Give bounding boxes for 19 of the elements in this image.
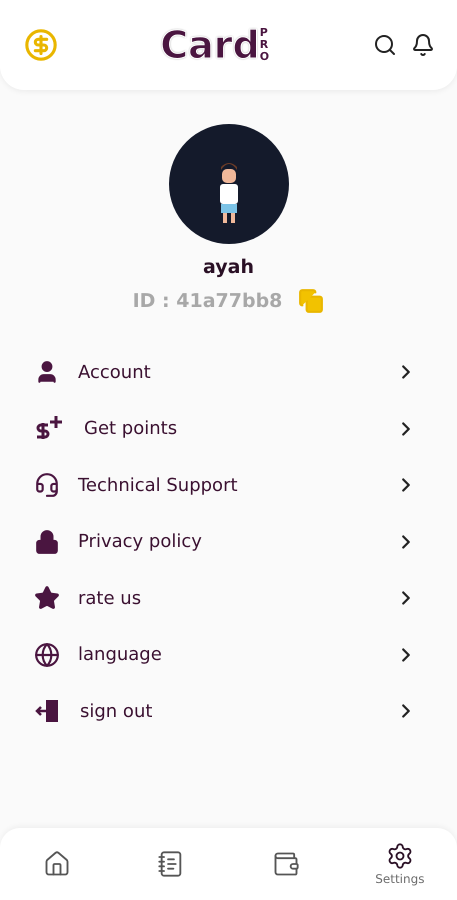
menu-item[interactable]: rate us (34, 570, 417, 626)
home-icon (43, 850, 72, 878)
menu-item[interactable]: language (34, 626, 417, 683)
notification-bell-icon[interactable] (410, 33, 435, 57)
search-icon[interactable] (372, 33, 397, 57)
headset-icon (34, 472, 60, 498)
menu-item[interactable]: Privacy policy (34, 514, 417, 570)
star-icon (34, 585, 60, 612)
menu-item[interactable]: sign out (34, 683, 417, 740)
user-id: ID : 41a77bb8 (132, 290, 282, 312)
nav-tab[interactable]: Settings (371, 838, 428, 890)
menu-item[interactable]: Account (34, 344, 417, 400)
settings-icon (386, 842, 414, 870)
menu-item[interactable]: Get points (34, 400, 417, 457)
lock-icon (34, 528, 60, 555)
globe-icon (34, 642, 60, 668)
wallet-icon (272, 850, 300, 878)
menu-item[interactable]: Technical Support (34, 457, 417, 514)
user-name: ayah (203, 256, 254, 278)
